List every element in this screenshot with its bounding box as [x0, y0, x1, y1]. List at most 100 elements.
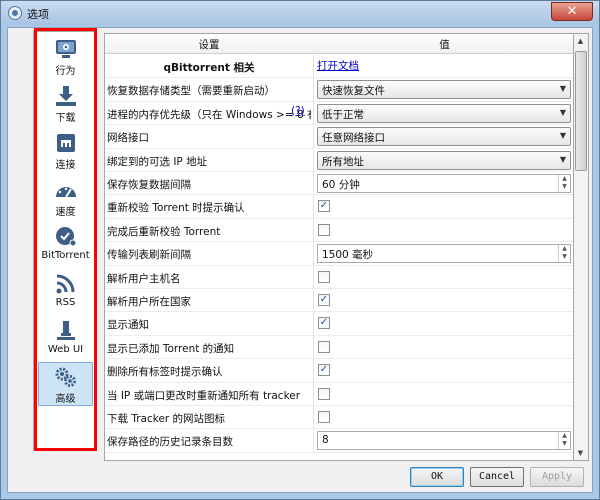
spinbox-value: 60 分钟 — [322, 179, 360, 191]
sidebar-item-label: 连接 — [55, 160, 76, 171]
table-row: 网络接口 任意网络接口 — [105, 125, 573, 149]
table-row: 当 IP 或端口更改时重新通知所有 tracker — [105, 382, 573, 406]
value-dropdown[interactable]: 低于正常 — [317, 103, 571, 123]
sidebar-item-label: RSS — [55, 297, 76, 308]
table-row: 完成后重新校验 Torrent — [105, 218, 573, 243]
setting-label: 恢复数据存储类型（需要重新启动） — [107, 85, 275, 98]
spin-arrows-icon[interactable]: ▲ ▼ — [558, 245, 570, 263]
value-checkbox[interactable]: ✓ — [318, 294, 330, 306]
checkmark-icon: ✓ — [319, 294, 329, 305]
window-title: 选项 — [27, 8, 49, 21]
open-docs-link[interactable]: 打开文档 — [317, 58, 359, 73]
advanced-settings-table[interactable]: 设置 值 qBittorrent 相关 打开文档恢复数据存储类型（需要重新启动） 快… — [104, 33, 574, 461]
help-link[interactable]: (?) — [291, 105, 305, 117]
table-header: 设置 值 — [105, 34, 573, 54]
qbittorrent-app-icon — [8, 6, 22, 20]
checkmark-icon: ✓ — [319, 317, 329, 329]
column-header-value[interactable]: 值 — [314, 37, 573, 52]
value-checkbox[interactable] — [318, 223, 330, 236]
sidebar-item-behavior[interactable]: 行为 — [38, 35, 93, 79]
sidebar-item-label: 行为 — [55, 66, 76, 77]
value-spinbox[interactable]: 8 ▲ ▼ — [317, 431, 571, 451]
sidebar-item-label: 速度 — [55, 207, 76, 218]
sidebar-item-bittorrent[interactable]: BitTorrent — [38, 223, 93, 267]
column-divider — [313, 312, 314, 335]
bittorrent-icon — [55, 227, 76, 247]
setting-label: 删除所有标签时提示确认 — [107, 366, 223, 379]
setting-label: 完成后重新校验 Torrent — [107, 225, 221, 238]
table-row: 进程的内存优先级（只在 Windows >= 8 有效）(?) 低于正常 — [105, 101, 573, 126]
options-sidebar: 行为 下载 连接 速度 BitTorrent RSS Web UI 高级 — [33, 31, 96, 450]
advanced-icon — [55, 367, 76, 387]
table-row: 保存路径的历史记录条目数 8 ▲ ▼ — [105, 429, 573, 453]
spinbox-value: 8 — [322, 434, 329, 447]
sidebar-item-label: 下载 — [55, 113, 76, 124]
close-button[interactable]: ✕ — [551, 2, 593, 21]
column-divider — [313, 289, 314, 312]
table-row: 绑定到的可选 IP 地址 所有地址 — [105, 148, 573, 172]
column-divider — [313, 125, 314, 148]
setting-label: 绑定到的可选 IP 地址 — [107, 155, 208, 168]
sidebar-item-connection[interactable]: 连接 — [38, 129, 93, 173]
download-icon — [55, 86, 76, 106]
value-spinbox[interactable]: 60 分钟 ▲ ▼ — [317, 174, 571, 193]
column-divider — [313, 242, 314, 265]
column-divider — [313, 55, 314, 78]
column-divider — [313, 148, 314, 171]
value-dropdown[interactable]: 快速恢复文件 — [317, 80, 571, 100]
sidebar-item-label: 高级 — [55, 394, 76, 405]
column-divider — [313, 101, 314, 125]
cancel-button[interactable]: Cancel — [470, 467, 524, 487]
spin-arrows-icon[interactable]: ▲ ▼ — [558, 432, 570, 450]
table-row: 解析用户所在国家 ✓ — [105, 289, 573, 313]
value-checkbox[interactable] — [318, 387, 330, 400]
column-divider — [313, 429, 314, 452]
title-bar[interactable]: 选项 ✕ — [1, 1, 599, 25]
column-divider — [313, 218, 314, 242]
connection-icon — [56, 134, 75, 152]
sidebar-item-speed[interactable]: 速度 — [38, 176, 93, 220]
column-divider — [313, 265, 314, 288]
value-spinbox[interactable]: 1500 毫秒 ▲ ▼ — [317, 244, 571, 264]
value-checkbox[interactable] — [318, 340, 330, 353]
column-divider — [313, 406, 314, 429]
table-row: 恢复数据存储类型（需要重新启动） 快速恢复文件 — [105, 78, 573, 102]
sidebar-item-label: Web UI — [47, 344, 84, 355]
setting-label: 显示通知 — [107, 319, 149, 332]
scroll-down-arrow[interactable]: ▼ — [574, 446, 587, 460]
value-checkbox[interactable] — [318, 270, 330, 283]
scrollbar-thumb[interactable] — [575, 51, 587, 171]
setting-label: 网络接口 — [107, 132, 149, 145]
value-dropdown[interactable]: 所有地址 — [317, 150, 571, 170]
ok-button[interactable]: OK — [410, 467, 464, 487]
sidebar-item-advanced[interactable]: 高级 — [38, 362, 93, 406]
value-checkbox[interactable]: ✓ — [318, 317, 330, 330]
behavior-icon — [55, 40, 76, 58]
column-divider — [313, 172, 314, 195]
vertical-scrollbar[interactable]: ▲ ▼ — [574, 33, 589, 461]
setting-label: 传输列表刷新间隔 — [107, 249, 191, 262]
table-row: 保存恢复数据间隔 60 分钟 ▲ ▼ — [105, 172, 573, 196]
column-divider — [313, 335, 314, 359]
table-row: qBittorrent 相关 打开文档 — [105, 55, 573, 79]
table-row: 重新校验 Torrent 时提示确认 ✓ — [105, 195, 573, 219]
column-header-setting[interactable]: 设置 — [105, 37, 313, 52]
value-dropdown[interactable]: 任意网络接口 — [317, 127, 571, 147]
setting-label: 重新校验 Torrent 时提示确认 — [107, 202, 245, 215]
table-row: 传输列表刷新间隔 1500 毫秒 ▲ ▼ — [105, 242, 573, 266]
sidebar-item-rss[interactable]: RSS — [38, 270, 93, 314]
apply-button[interactable]: Apply — [530, 467, 584, 487]
sidebar-item-download[interactable]: 下载 — [38, 82, 93, 126]
scroll-up-arrow[interactable]: ▲ — [574, 34, 587, 48]
spin-arrows-icon[interactable]: ▲ ▼ — [558, 175, 570, 192]
value-checkbox[interactable]: ✓ — [318, 200, 330, 213]
setting-label: 解析用户所在国家 — [107, 296, 191, 308]
rss-icon — [56, 274, 74, 294]
column-divider — [313, 382, 314, 405]
table-row: 下载 Tracker 的网站图标 — [105, 406, 573, 430]
value-checkbox[interactable] — [318, 411, 330, 423]
sidebar-item-webui[interactable]: Web UI — [38, 317, 93, 361]
value-checkbox[interactable]: ✓ — [318, 364, 330, 377]
setting-label: 进程的内存优先级（只在 Windows >= 8 有效） — [107, 108, 311, 121]
setting-label: qBittorrent 相关 — [163, 62, 255, 74]
